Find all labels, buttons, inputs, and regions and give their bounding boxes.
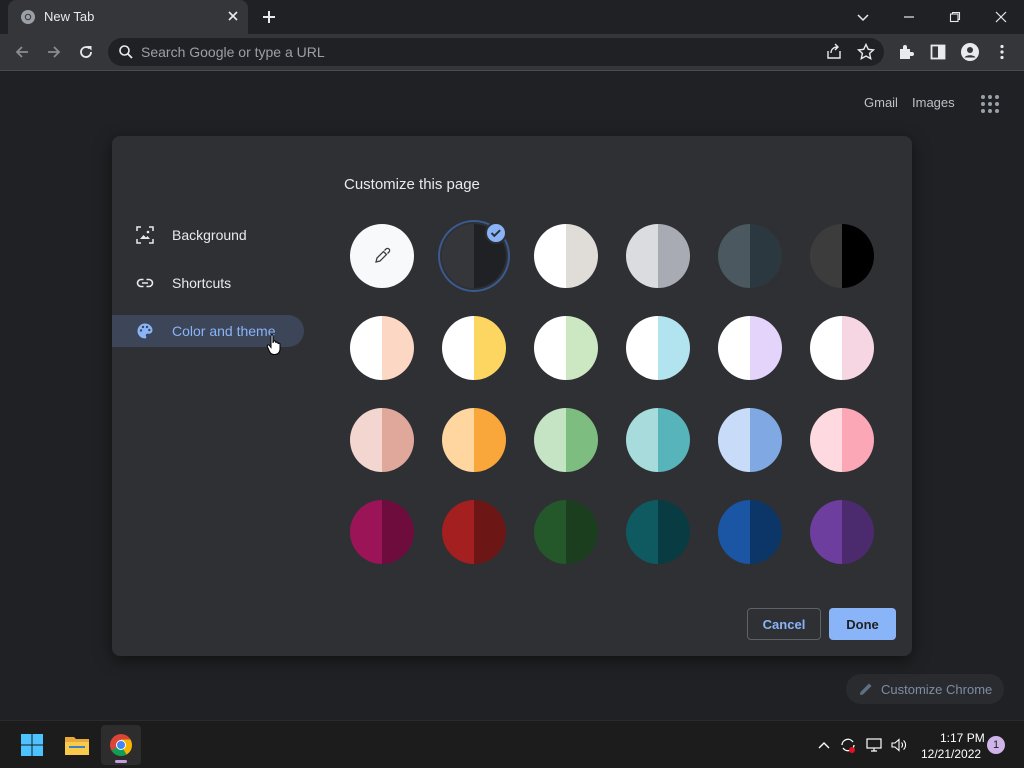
color-swatch-rose[interactable]	[350, 408, 414, 472]
show-hidden-icons-chevron-icon[interactable]	[814, 735, 834, 755]
color-swatch-red-dark[interactable]	[442, 500, 506, 564]
tab-new-tab[interactable]: New Tab	[8, 0, 248, 34]
color-swatch-orange[interactable]	[442, 408, 506, 472]
chrome-favicon-icon	[21, 10, 35, 24]
customize-chrome-label: Customize Chrome	[881, 682, 993, 697]
profile-avatar-icon[interactable]	[958, 40, 982, 64]
customize-chrome-button[interactable]: Customize Chrome	[846, 674, 1004, 704]
back-icon[interactable]	[10, 40, 34, 64]
file-explorer-icon[interactable]	[57, 725, 97, 765]
color-swatch-purple-dark[interactable]	[810, 500, 874, 564]
eyedropper-icon	[375, 247, 391, 263]
palette-icon	[137, 323, 153, 339]
nav-label-color-and-theme: Color and theme	[172, 323, 276, 339]
new-tab-plus-icon[interactable]	[258, 6, 280, 28]
forward-icon[interactable]	[42, 40, 66, 64]
color-swatch-white-warm[interactable]	[534, 224, 598, 288]
clock-time[interactable]: 1:17 PM	[940, 731, 985, 745]
color-swatch-pink-pastel[interactable]	[810, 316, 874, 380]
color-swatch-peach-pastel[interactable]	[350, 316, 414, 380]
link-icon	[136, 278, 154, 288]
network-icon[interactable]	[864, 735, 884, 755]
selected-checkmark-icon	[485, 222, 507, 244]
color-swatch-magenta-dark[interactable]	[350, 500, 414, 564]
chrome-taskbar-icon[interactable]	[101, 725, 141, 765]
color-swatch-cyan-pastel[interactable]	[626, 316, 690, 380]
nav-item-shortcuts[interactable]: Shortcuts	[112, 267, 304, 299]
customize-dialog: Customize this page Background Shortcuts…	[112, 136, 912, 656]
bookmark-star-icon[interactable]	[856, 42, 876, 62]
color-swatch-green-dark[interactable]	[534, 500, 598, 564]
reload-icon[interactable]	[74, 40, 98, 64]
color-swatch-pink[interactable]	[810, 408, 874, 472]
done-button[interactable]: Done	[829, 608, 896, 640]
nav-label-background: Background	[172, 227, 247, 243]
cancel-button[interactable]: Cancel	[747, 608, 821, 640]
address-input[interactable]	[141, 41, 801, 63]
nav-item-background[interactable]: Background	[112, 219, 304, 251]
gmail-link[interactable]: Gmail	[864, 95, 898, 110]
sync-icon[interactable]	[838, 735, 858, 755]
volume-icon[interactable]	[889, 735, 909, 755]
close-window-icon[interactable]	[978, 0, 1024, 34]
color-swatch-lavender-pastel[interactable]	[718, 316, 782, 380]
minimize-icon[interactable]	[886, 0, 932, 34]
browser-toolbar	[0, 34, 1024, 71]
menu-kebab-icon[interactable]	[990, 40, 1014, 64]
share-icon[interactable]	[824, 42, 844, 62]
tab-close-icon[interactable]	[224, 7, 242, 25]
color-swatch-yellow-pastel[interactable]	[442, 316, 506, 380]
color-swatch-teal[interactable]	[626, 408, 690, 472]
dialog-title: Customize this page	[344, 176, 480, 193]
tab-strip: New Tab	[0, 0, 1024, 34]
restore-icon[interactable]	[932, 0, 978, 34]
active-app-indicator	[115, 760, 127, 763]
nav-label-shortcuts: Shortcuts	[172, 275, 232, 291]
tab-title: New Tab	[44, 9, 95, 24]
color-swatch-black[interactable]	[810, 224, 874, 288]
notification-badge[interactable]: 1	[987, 736, 1005, 754]
tab-search-chevron-icon[interactable]	[840, 0, 886, 34]
color-swatch-light-grey[interactable]	[626, 224, 690, 288]
google-apps-grid-icon[interactable]	[980, 94, 1000, 114]
color-swatch-custom-color[interactable]	[350, 224, 414, 288]
search-icon	[119, 45, 133, 59]
omnibox[interactable]	[108, 38, 884, 66]
windows-taskbar: 1:17 PM 12/21/2022 1	[0, 720, 1024, 768]
extensions-icon[interactable]	[894, 40, 918, 64]
color-swatch-blue[interactable]	[718, 408, 782, 472]
color-swatch-teal-dark[interactable]	[626, 500, 690, 564]
color-swatch-blue-dark[interactable]	[718, 500, 782, 564]
side-panel-icon[interactable]	[926, 40, 950, 64]
images-link[interactable]: Images	[912, 95, 955, 110]
color-swatch-green[interactable]	[534, 408, 598, 472]
hand-cursor-icon	[266, 334, 281, 355]
color-swatch-green-pastel[interactable]	[534, 316, 598, 380]
color-swatch-slate[interactable]	[718, 224, 782, 288]
start-windows-icon[interactable]	[12, 725, 52, 765]
image-icon	[136, 226, 154, 244]
pencil-icon	[860, 683, 872, 695]
clock-date[interactable]: 12/21/2022	[921, 747, 981, 761]
